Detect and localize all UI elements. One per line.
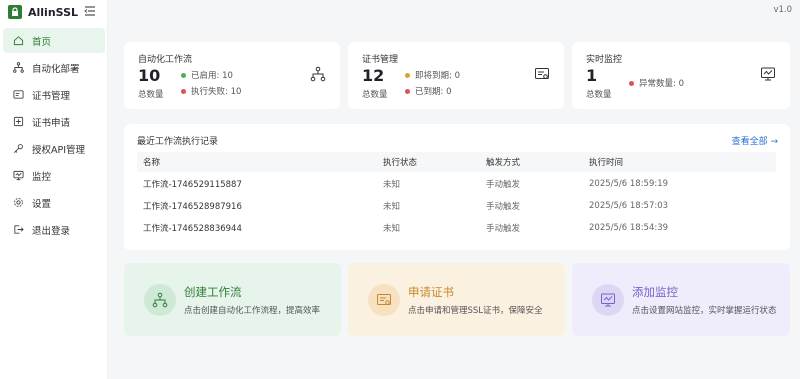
brand: AllinSSL (8, 4, 78, 20)
view-all-link[interactable]: 查看全部 → (732, 134, 778, 147)
expiring-count: 即将到期: 0 (415, 71, 460, 81)
workflow-name: 工作流-1746529115887 (143, 180, 242, 190)
table-header: 名称 执行状态 触发方式 执行时间 (137, 152, 776, 172)
sidebar-item-settings[interactable]: 设置 (3, 190, 105, 215)
column-header: 触发方式 (486, 158, 521, 168)
failed-legend: 执行失败: 10 (181, 85, 241, 97)
sidebar-item-apply[interactable]: 证书申请 (3, 109, 105, 134)
enabled-count: 已启用: 10 (191, 71, 233, 81)
apply-cert-card[interactable]: 申请证书 点击申请和管理SSL证书，保障安全 (348, 263, 565, 336)
sidebar-item-label: 授权API管理 (32, 144, 86, 156)
enabled-legend: 已启用: 10 (181, 69, 233, 81)
create-workflow-card[interactable]: 创建工作流 点击创建自动化工作流程，提高效率 (124, 263, 341, 336)
gear-icon (14, 198, 23, 207)
logo-icon (8, 5, 22, 19)
apply-icon (13, 116, 24, 127)
table-row[interactable]: 工作流-1746528836944 未知 手动触发 2025/5/6 18:54… (137, 217, 776, 239)
execution-time: 2025/5/6 18:57:03 (589, 201, 669, 211)
table-row[interactable]: 工作流-1746528987916 未知 手动触发 2025/5/6 18:57… (137, 195, 776, 217)
certificate-icon (13, 90, 24, 99)
stat-count: 1 (586, 66, 598, 85)
table-row[interactable]: 工作流-1746529115887 未知 手动触发 2025/5/6 18:59… (137, 173, 776, 195)
logout-icon (14, 225, 24, 234)
sidebar-item-label: 证书申请 (32, 117, 71, 129)
failed-count: 执行失败: 10 (191, 87, 242, 97)
sidebar-nav: 首页 自动化部署 证书管理 证书申请 授权API管理 监控 设置 退出登录 (3, 28, 105, 244)
sidebar-item-label: 设置 (32, 198, 52, 210)
card-title: 申请证书 (408, 285, 454, 299)
stat-subtitle: 总数量 (362, 90, 388, 100)
certificate-icon (535, 68, 549, 79)
monitor-icon (592, 284, 624, 316)
version-label: v1.0 (773, 5, 792, 15)
execution-status: 未知 (383, 202, 401, 212)
monitor-stat-card[interactable]: 实时监控 1 总数量 异常数量: 0 (572, 42, 790, 109)
certificate-icon (368, 284, 400, 316)
execution-time: 2025/5/6 18:59:19 (589, 179, 669, 189)
sidebar-item-certs[interactable]: 证书管理 (3, 82, 105, 107)
stat-count: 12 (362, 66, 385, 85)
expiring-legend: 即将到期: 0 (405, 69, 460, 81)
column-header: 名称 (143, 158, 161, 168)
monitor-icon (761, 67, 775, 81)
card-description: 点击申请和管理SSL证书，保障安全 (408, 306, 543, 316)
status-dot (181, 72, 186, 78)
execution-status: 未知 (383, 224, 401, 234)
table-title: 最近工作流执行记录 (137, 137, 219, 147)
stat-title: 自动化工作流 (138, 55, 193, 65)
status-dot (629, 80, 634, 86)
execution-time: 2025/5/6 18:54:39 (589, 223, 669, 233)
column-header: 执行状态 (383, 158, 418, 168)
sidebar-item-deploy[interactable]: 自动化部署 (3, 55, 105, 80)
sidebar-item-api[interactable]: 授权API管理 (3, 136, 105, 161)
sidebar-item-label: 自动化部署 (32, 63, 80, 75)
card-description: 点击创建自动化工作流程，提高效率 (184, 306, 321, 316)
sidebar-item-label: 监控 (32, 171, 52, 183)
top-bar: v1.0 (108, 0, 800, 22)
recent-workflow-table: 最近工作流执行记录 查看全部 → 名称 执行状态 触发方式 执行时间 工作流-1… (124, 124, 790, 250)
cert-stat-card[interactable]: 证书管理 12 总数量 即将到期: 0 已到期: 0 (348, 42, 564, 109)
sidebar-item-label: 首页 (32, 36, 52, 48)
abnormal-legend: 异常数量: 0 (629, 77, 684, 89)
stat-title: 实时监控 (586, 55, 623, 65)
sidebar-item-label: 退出登录 (32, 225, 71, 237)
workflow-stat-card[interactable]: 自动化工作流 10 总数量 已启用: 10 执行失败: 10 (124, 42, 340, 109)
monitor-icon (13, 170, 24, 181)
trigger-type: 手动触发 (486, 180, 521, 190)
workflow-icon (144, 284, 176, 316)
add-monitor-card[interactable]: 添加监控 点击设置网站监控，实时掌握运行状态 (572, 263, 790, 336)
column-header: 执行时间 (589, 158, 624, 168)
sidebar-item-label: 证书管理 (32, 90, 71, 102)
app-name: AllinSSL (28, 5, 79, 19)
card-description: 点击设置网站监控，实时掌握运行状态 (632, 306, 777, 316)
card-title: 添加监控 (632, 285, 678, 299)
status-dot (181, 88, 186, 94)
sidebar: AllinSSL 首页 自动化部署 证书管理 证书申请 授权API管理 监控 设… (0, 0, 108, 379)
workflow-icon (310, 66, 326, 82)
workflow-name: 工作流-1746528987916 (143, 202, 242, 212)
stat-subtitle: 总数量 (586, 90, 612, 100)
sidebar-item-home[interactable]: 首页 (3, 28, 105, 53)
abnormal-count: 异常数量: 0 (639, 79, 684, 89)
execution-status: 未知 (383, 180, 401, 190)
workflow-name: 工作流-1746528836944 (143, 224, 242, 234)
menu-collapse-icon[interactable] (84, 5, 96, 17)
stat-count: 10 (138, 66, 161, 85)
expired-legend: 已到期: 0 (405, 85, 451, 97)
status-dot (405, 72, 410, 78)
expired-count: 已到期: 0 (415, 87, 452, 97)
workflow-icon (13, 62, 24, 73)
stat-subtitle: 总数量 (138, 90, 164, 100)
status-dot (405, 88, 410, 94)
sidebar-item-monitor[interactable]: 监控 (3, 163, 105, 188)
card-title: 创建工作流 (184, 285, 242, 299)
trigger-type: 手动触发 (486, 202, 521, 212)
home-icon (13, 36, 24, 46)
key-icon (14, 144, 23, 153)
trigger-type: 手动触发 (486, 224, 521, 234)
stat-title: 证书管理 (362, 55, 399, 65)
sidebar-item-logout[interactable]: 退出登录 (3, 217, 105, 242)
